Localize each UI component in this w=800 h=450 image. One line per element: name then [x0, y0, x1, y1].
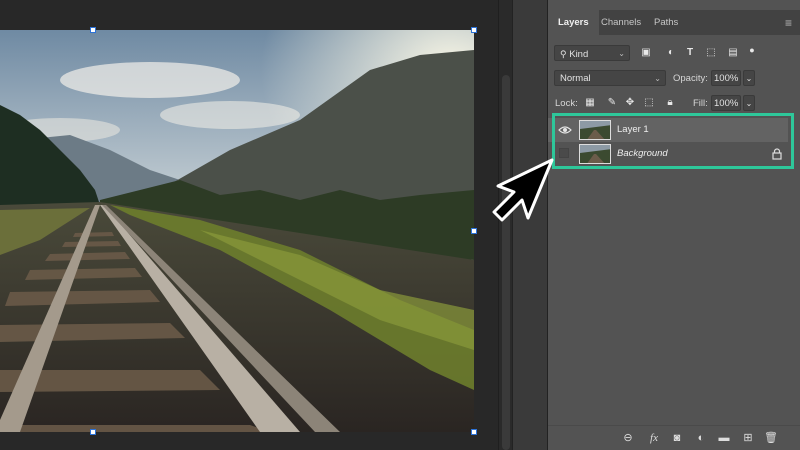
chevron-down-icon: ⌄	[745, 99, 753, 108]
layers-panel: Layers Channels Paths ≡ ⚲ Kind ⌄ ▣ ◐ T ⬚…	[548, 0, 800, 450]
transform-handle-top-right[interactable]	[471, 27, 477, 33]
transform-handle-top-center[interactable]	[90, 27, 96, 33]
chevron-down-icon: ⌄	[654, 74, 661, 83]
layer-name[interactable]: Background	[617, 142, 668, 166]
tab-channels[interactable]: Channels	[591, 10, 651, 35]
adjustment-filter-icon[interactable]: ◐	[665, 47, 677, 59]
opacity-slider-toggle[interactable]: ⌄	[743, 70, 755, 86]
fill-input[interactable]: 100%	[711, 95, 741, 111]
document-canvas[interactable]	[0, 0, 498, 450]
fill-label: Fill:	[693, 98, 708, 109]
layer-thumbnail	[579, 120, 611, 140]
search-icon: ⚲	[560, 49, 567, 59]
visibility-toggle-empty[interactable]	[559, 148, 569, 158]
layer-name[interactable]: Layer 1	[617, 118, 649, 142]
trash-icon[interactable]: 🗑︎	[764, 431, 778, 445]
layer-thumbnail	[579, 144, 611, 164]
smart-object-filter-icon[interactable]: ▤	[727, 47, 739, 59]
chevron-down-icon: ⌄	[618, 49, 625, 58]
lock-all-icon[interactable]: 🔒︎	[664, 97, 676, 109]
blend-mode-value: Normal	[560, 73, 591, 84]
group-folder-icon[interactable]: ▬	[717, 431, 731, 445]
filter-kind-label: Kind	[569, 49, 589, 60]
shape-filter-icon[interactable]: ⬚	[705, 47, 717, 59]
layer-row-background[interactable]: Background	[548, 142, 788, 166]
hamburger-menu-icon[interactable]: ≡	[785, 16, 792, 30]
panel-tabs: Layers Channels Paths ≡	[548, 10, 800, 35]
adjustment-icon[interactable]: ◐	[694, 431, 708, 445]
link-icon[interactable]: ⊖	[621, 431, 635, 445]
lock-artboard-icon[interactable]: ⬚	[643, 97, 655, 109]
opacity-input[interactable]: 100%	[711, 70, 741, 86]
tab-paths[interactable]: Paths	[644, 10, 688, 35]
chevron-down-icon: ⌄	[745, 74, 753, 83]
new-layer-icon[interactable]: ⊞	[741, 431, 755, 445]
transform-handle-bottom-right[interactable]	[471, 429, 477, 435]
transform-handle-middle-right[interactable]	[471, 228, 477, 234]
layers-panel-footer: ⊖ fx ◙ ◐ ▬ ⊞ 🗑︎	[548, 425, 800, 450]
lock-icon	[772, 148, 782, 160]
layer-filter-dropdown[interactable]: ⚲ Kind ⌄	[554, 45, 630, 61]
type-filter-icon[interactable]: T	[684, 47, 696, 59]
fill-slider-toggle[interactable]: ⌄	[743, 95, 755, 111]
transform-handle-bottom-center[interactable]	[90, 429, 96, 435]
lock-label: Lock:	[555, 98, 578, 109]
lock-transparency-icon[interactable]: ▦	[584, 97, 596, 109]
scrollbar-thumb[interactable]	[502, 75, 510, 450]
filter-toggle-icon[interactable]: ●	[746, 44, 758, 56]
lock-image-pixels-icon[interactable]: ✎	[606, 97, 618, 109]
layer-row-layer-1[interactable]: Layer 1	[548, 118, 788, 142]
opacity-label: Opacity:	[673, 73, 708, 84]
layers-list: Layer 1 Background	[548, 114, 800, 450]
pixel-filter-icon[interactable]: ▣	[640, 47, 652, 59]
blend-mode-dropdown[interactable]: Normal ⌄	[554, 70, 666, 86]
lock-position-icon[interactable]: ✥	[624, 97, 636, 109]
canvas-photo[interactable]	[0, 30, 474, 432]
mask-icon[interactable]: ◙	[670, 431, 684, 445]
eye-icon[interactable]	[558, 124, 572, 136]
arrow-pointer-icon	[492, 158, 554, 222]
fx-icon[interactable]: fx	[647, 431, 661, 445]
